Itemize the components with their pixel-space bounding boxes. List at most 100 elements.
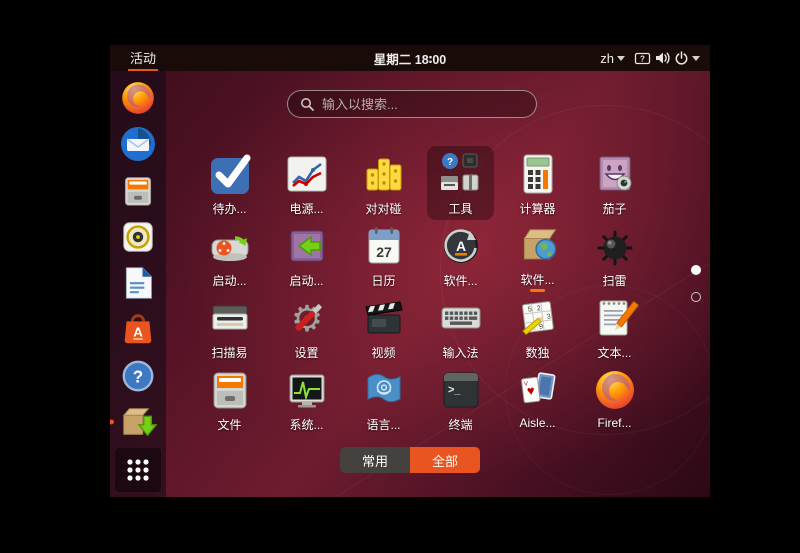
help-icon: ?: [119, 357, 157, 395]
terminal-icon: >_: [437, 366, 485, 414]
app-text-editor[interactable]: 文本...: [576, 292, 653, 364]
chevron-down-icon: [617, 56, 625, 61]
page-dot-1[interactable]: [691, 265, 701, 275]
volume-icon: [654, 50, 671, 66]
app-label: 茄子: [602, 200, 626, 217]
app-label: 对对碰: [365, 200, 401, 217]
language-support-icon: [360, 366, 408, 414]
app-files[interactable]: 文件: [191, 364, 268, 436]
app-label: 文本...: [597, 344, 631, 361]
app-language-support[interactable]: 语言...: [345, 364, 422, 436]
app-settings[interactable]: ⚙ 设置: [268, 292, 345, 364]
svg-text:27: 27: [376, 244, 392, 260]
app-label: 语言...: [366, 416, 400, 433]
dock-item-libreoffice-writer[interactable]: [118, 263, 158, 303]
app-videos[interactable]: 视频: [345, 292, 422, 364]
app-label: 扫描易: [211, 344, 247, 361]
running-indicator-dot: [110, 419, 114, 424]
input-source-label: zh: [600, 51, 614, 66]
aisleriot-icon: ♥ V: [514, 366, 562, 414]
page-dot-2[interactable]: [691, 292, 701, 302]
svg-text:?: ?: [446, 157, 452, 168]
dock-item-firefox[interactable]: [118, 78, 158, 118]
app-label: 视频: [371, 344, 395, 361]
startup-disk-creator-icon: [206, 222, 254, 270]
file-cabinet-icon: [119, 172, 157, 210]
dock-item-ubuntu-software[interactable]: A: [118, 309, 158, 349]
frequent-tab[interactable]: 常用: [340, 447, 410, 473]
app-label: 输入法: [442, 344, 478, 361]
app-firefox[interactable]: Firef...: [576, 364, 653, 436]
app-cheese[interactable]: 茄子: [576, 148, 653, 220]
cheese-icon: [591, 150, 639, 198]
svg-text:A: A: [455, 238, 465, 254]
app-grid-icon: [122, 454, 154, 486]
app-todo[interactable]: 待办...: [191, 148, 268, 220]
startup-applications-icon: [283, 222, 331, 270]
videos-icon: [360, 294, 408, 342]
app-mines[interactable]: 扫雷: [576, 220, 653, 292]
svg-text:A: A: [133, 325, 143, 340]
app-software-and-updates[interactable]: 软件...: [499, 220, 576, 292]
app-software-updater[interactable]: A 软件...: [422, 220, 499, 292]
dock-item-rhythmbox[interactable]: [118, 217, 158, 257]
app-aisleriot[interactable]: ♥ V Aisle...: [499, 364, 576, 436]
app-system-monitor[interactable]: 系统...: [268, 364, 345, 436]
software-and-updates-icon: [514, 222, 562, 269]
dock: A ?: [110, 71, 166, 497]
dock-item-package-installer[interactable]: [118, 402, 158, 442]
app-label: 系统...: [289, 416, 323, 433]
thunderbird-icon: [118, 124, 158, 164]
input-source-menu[interactable]: zh: [600, 51, 625, 66]
sudoku-icon: 5 2 3 9: [514, 294, 562, 342]
svg-text:?: ?: [640, 55, 645, 64]
app-label: Firef...: [597, 416, 631, 430]
activities-button[interactable]: 活动: [128, 45, 158, 71]
app-startup-applications[interactable]: 启动...: [268, 220, 345, 292]
page-indicator: [691, 265, 701, 302]
dock-item-help[interactable]: ?: [118, 356, 158, 396]
app-label: 启动...: [289, 272, 323, 289]
app-terminal[interactable]: >_ 终端: [422, 364, 499, 436]
svg-text:V: V: [523, 381, 528, 387]
rhythmbox-icon: [119, 218, 157, 256]
settings-icon: ⚙: [283, 294, 331, 342]
svg-text:>_: >_: [448, 384, 461, 396]
app-label: 启动...: [212, 272, 246, 289]
app-startup-disk-creator[interactable]: 启动...: [191, 220, 268, 292]
app-folder-utilities[interactable]: ? 工具: [427, 146, 494, 220]
dock-item-thunderbird[interactable]: [118, 124, 158, 164]
app-label: 待办...: [212, 200, 246, 217]
todo-icon: [206, 150, 254, 198]
all-tab[interactable]: 全部: [410, 447, 480, 473]
app-swell-foop[interactable]: 对对碰: [345, 148, 422, 220]
input-method-icon: ?: [634, 50, 651, 66]
app-input-method[interactable]: 输入法: [422, 292, 499, 364]
search-bar[interactable]: [287, 90, 537, 118]
app-calendar[interactable]: 27 日历: [345, 220, 422, 292]
app-grid: 待办... 电源...: [191, 148, 653, 436]
app-simple-scan[interactable]: 扫描易: [191, 292, 268, 364]
power-statistics-icon: [283, 150, 331, 198]
calendar-icon: 27: [360, 222, 408, 270]
text-editor-icon: [591, 294, 639, 342]
calculator-icon: [514, 150, 562, 198]
clock[interactable]: 星期二 18∶00: [374, 49, 446, 68]
app-calculator[interactable]: 计算器: [499, 148, 576, 220]
app-label: 终端: [448, 416, 472, 433]
app-label: 工具: [448, 200, 472, 217]
utilities-folder-icon: ?: [437, 150, 485, 198]
app-label: 计算器: [519, 200, 555, 217]
system-menu[interactable]: ?: [634, 50, 700, 66]
software-updater-icon: A: [437, 222, 485, 270]
chevron-down-icon: [692, 56, 700, 61]
app-power-statistics[interactable]: 电源...: [268, 148, 345, 220]
show-applications-button[interactable]: [115, 448, 161, 492]
app-sudoku[interactable]: 5 2 3 9 数独: [499, 292, 576, 364]
app-label: Aisle...: [519, 416, 555, 430]
dock-item-files[interactable]: [118, 171, 158, 211]
app-label: 日历: [371, 272, 395, 289]
top-bar: 活动 星期二 18∶00 zh ?: [110, 45, 710, 71]
files-icon: [206, 366, 254, 414]
search-input[interactable]: [322, 97, 524, 112]
